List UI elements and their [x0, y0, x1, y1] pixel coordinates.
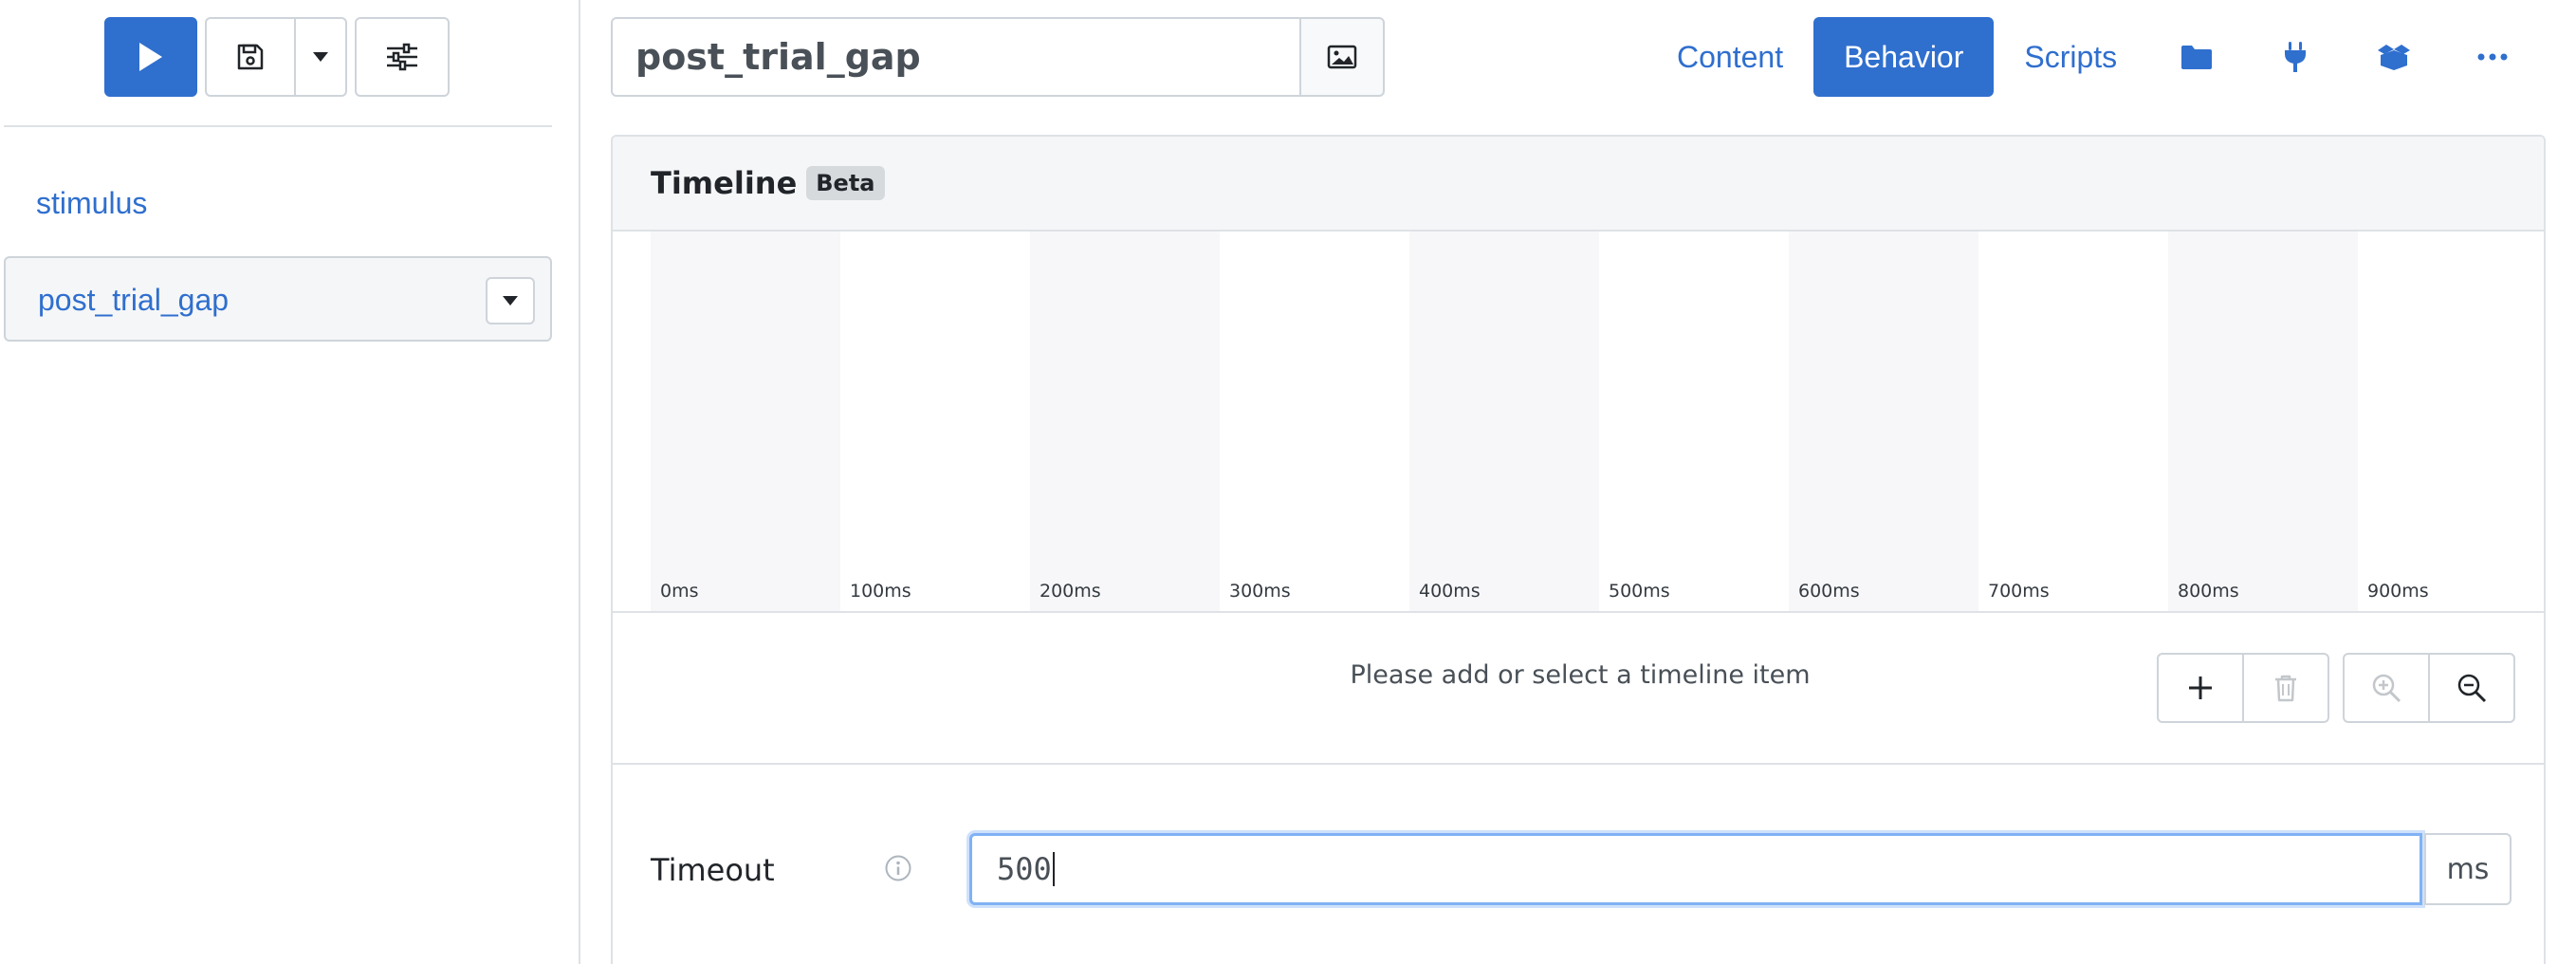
tab-behavior[interactable]: Behavior — [1813, 17, 1995, 97]
text-cursor — [1052, 852, 1055, 886]
title-image-button[interactable] — [1299, 17, 1385, 97]
files-button[interactable] — [2147, 17, 2246, 97]
timeline-card: Timeline Beta 0ms 100ms 200ms 300ms 400m… — [611, 135, 2546, 964]
more-button[interactable] — [2443, 17, 2542, 97]
component-title-group: post_trial_gap — [611, 17, 1385, 97]
tick-label: 600ms — [1798, 581, 1860, 602]
save-menu-button[interactable] — [294, 17, 347, 97]
save-button[interactable] — [205, 17, 296, 97]
add-item-button[interactable] — [2157, 653, 2244, 723]
timeline-tick: 300ms — [1220, 232, 1409, 611]
tick-label: 400ms — [1419, 581, 1481, 602]
timeline-tick: 400ms — [1409, 232, 1599, 611]
tick-label: 0ms — [660, 581, 699, 602]
sidebar-item-menu-button[interactable] — [486, 277, 535, 324]
timeline-card-header: Timeline Beta — [613, 137, 2544, 232]
settings-button[interactable] — [355, 17, 450, 97]
tab-content[interactable]: Content — [1647, 17, 1813, 97]
tick-label: 700ms — [1988, 581, 2050, 602]
floppy-disk-icon — [237, 44, 264, 70]
timeout-unit: ms — [2424, 833, 2512, 905]
timeline-zoom-controls — [2343, 653, 2515, 723]
tab-scripts[interactable]: Scripts — [1994, 17, 2147, 97]
image-icon — [1327, 45, 1357, 69]
sidebar-toolbar — [104, 17, 450, 97]
info-icon[interactable] — [884, 854, 912, 882]
editor-tabs: Content Behavior Scripts — [1647, 17, 2542, 97]
timeout-input-group: 500 ms — [969, 833, 2512, 905]
bundle-button[interactable] — [2345, 17, 2443, 97]
sidebar-divider — [4, 125, 552, 127]
caret-down-icon — [503, 296, 518, 306]
timeline-tick: 0ms — [651, 232, 840, 611]
zoom-in-icon — [2372, 674, 2401, 703]
plugins-button[interactable] — [2246, 17, 2345, 97]
timeout-input[interactable]: 500 — [969, 833, 2422, 905]
box-open-icon — [2378, 45, 2411, 70]
timeline-tick: 600ms — [1789, 232, 1978, 611]
sliders-icon — [387, 43, 417, 71]
section-divider — [613, 763, 2544, 765]
run-button[interactable] — [104, 17, 197, 97]
timeline-tick: 200ms — [1030, 232, 1220, 611]
plug-icon — [2285, 42, 2307, 72]
trash-icon — [2275, 675, 2296, 702]
caret-down-icon — [313, 52, 328, 62]
timeline-title: Timeline — [651, 165, 798, 201]
delete-item-button[interactable] — [2242, 653, 2329, 723]
component-title-input[interactable]: post_trial_gap — [611, 17, 1301, 97]
timeline-tick: 800ms — [2168, 232, 2358, 611]
timeout-label: Timeout — [651, 852, 775, 888]
folder-icon — [2181, 46, 2213, 69]
tick-label: 800ms — [2178, 581, 2239, 602]
tick-label: 300ms — [1229, 581, 1291, 602]
timeline-tick: 700ms — [1978, 232, 2168, 611]
zoom-out-icon — [2457, 674, 2487, 703]
timeline-tick: 900ms — [2358, 232, 2544, 611]
tick-label: 100ms — [850, 581, 911, 602]
sidebar-item-post-trial-gap[interactable]: post_trial_gap — [4, 256, 552, 342]
timeline-item-controls — [2157, 653, 2329, 723]
ellipsis-icon — [2477, 53, 2508, 61]
zoom-in-button[interactable] — [2343, 653, 2430, 723]
sidebar: stimulus post_trial_gap — [0, 0, 580, 964]
tick-label: 900ms — [2367, 581, 2429, 602]
timeline-tick: 500ms — [1599, 232, 1789, 611]
zoom-out-button[interactable] — [2428, 653, 2515, 723]
timeline-canvas[interactable]: 0ms 100ms 200ms 300ms 400ms 500ms 600ms … — [613, 232, 2544, 613]
timeout-value: 500 — [997, 851, 1052, 887]
sidebar-item-label[interactable]: post_trial_gap — [38, 283, 229, 318]
play-icon — [139, 43, 162, 71]
plus-icon — [2189, 677, 2212, 699]
timeline-tick: 100ms — [840, 232, 1030, 611]
sidebar-item-stimulus[interactable]: stimulus — [36, 186, 147, 221]
beta-badge: Beta — [806, 166, 885, 200]
tick-label: 200ms — [1040, 581, 1101, 602]
tick-label: 500ms — [1609, 581, 1670, 602]
